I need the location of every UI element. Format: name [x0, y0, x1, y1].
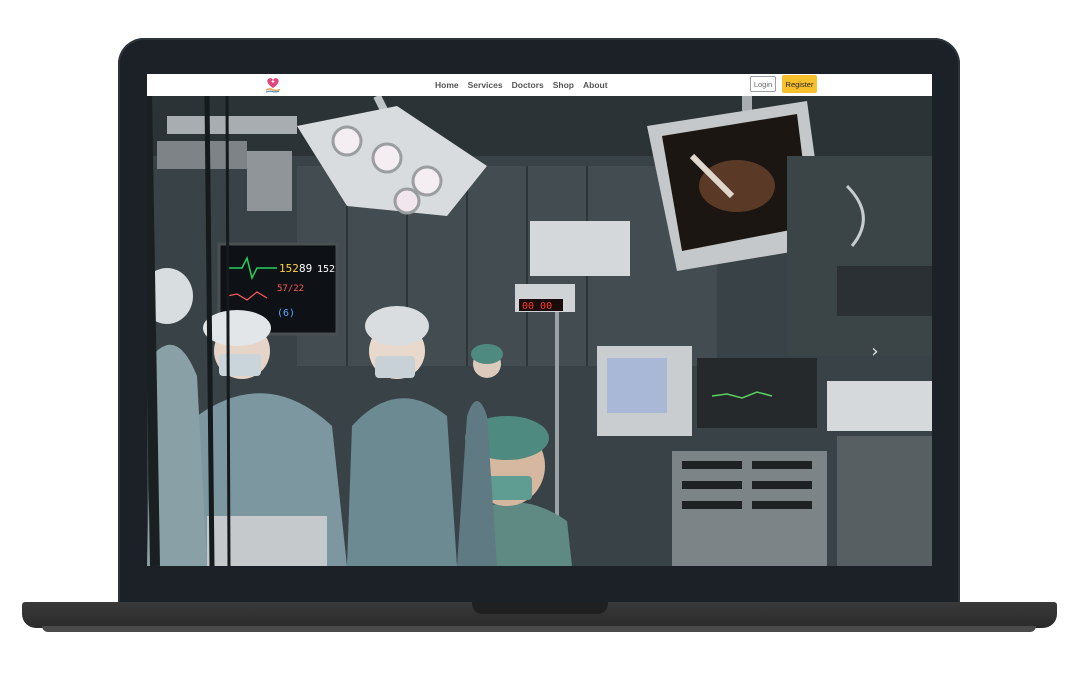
bp-readout: 57/22 — [277, 284, 304, 294]
nav-services-link[interactable]: Services — [468, 80, 503, 90]
spo2-readout: 89 — [299, 262, 312, 275]
nav-about-link[interactable]: About — [583, 80, 608, 90]
register-button[interactable]: Register — [782, 75, 817, 93]
laptop-notch — [472, 602, 608, 614]
timer-readout: 00 00 — [522, 301, 552, 312]
top-navbar: Home Services Doctors Shop About Login R… — [147, 74, 932, 96]
login-button[interactable]: Login — [750, 76, 776, 92]
pulse-readout: 152 — [317, 264, 335, 275]
operating-room-illustration: 152 89 152 57/22 (6) 00 00 — [147, 96, 932, 566]
nav-doctors-link[interactable]: Doctors — [512, 80, 544, 90]
heart-rate-readout: 152 — [279, 262, 299, 275]
nav-links: Home Services Doctors Shop About — [435, 74, 608, 96]
laptop-screen: Home Services Doctors Shop About Login R… — [147, 74, 932, 566]
laptop-base-foot — [42, 626, 1036, 632]
heart-hand-logo-icon[interactable] — [263, 75, 283, 95]
hero-carousel-image: 152 89 152 57/22 (6) 00 00 › — [147, 96, 932, 566]
carousel-next-chevron-right-icon[interactable]: › — [865, 340, 885, 364]
map-readout: (6) — [277, 308, 295, 319]
nav-home-link[interactable]: Home — [435, 80, 459, 90]
nav-shop-link[interactable]: Shop — [553, 80, 574, 90]
